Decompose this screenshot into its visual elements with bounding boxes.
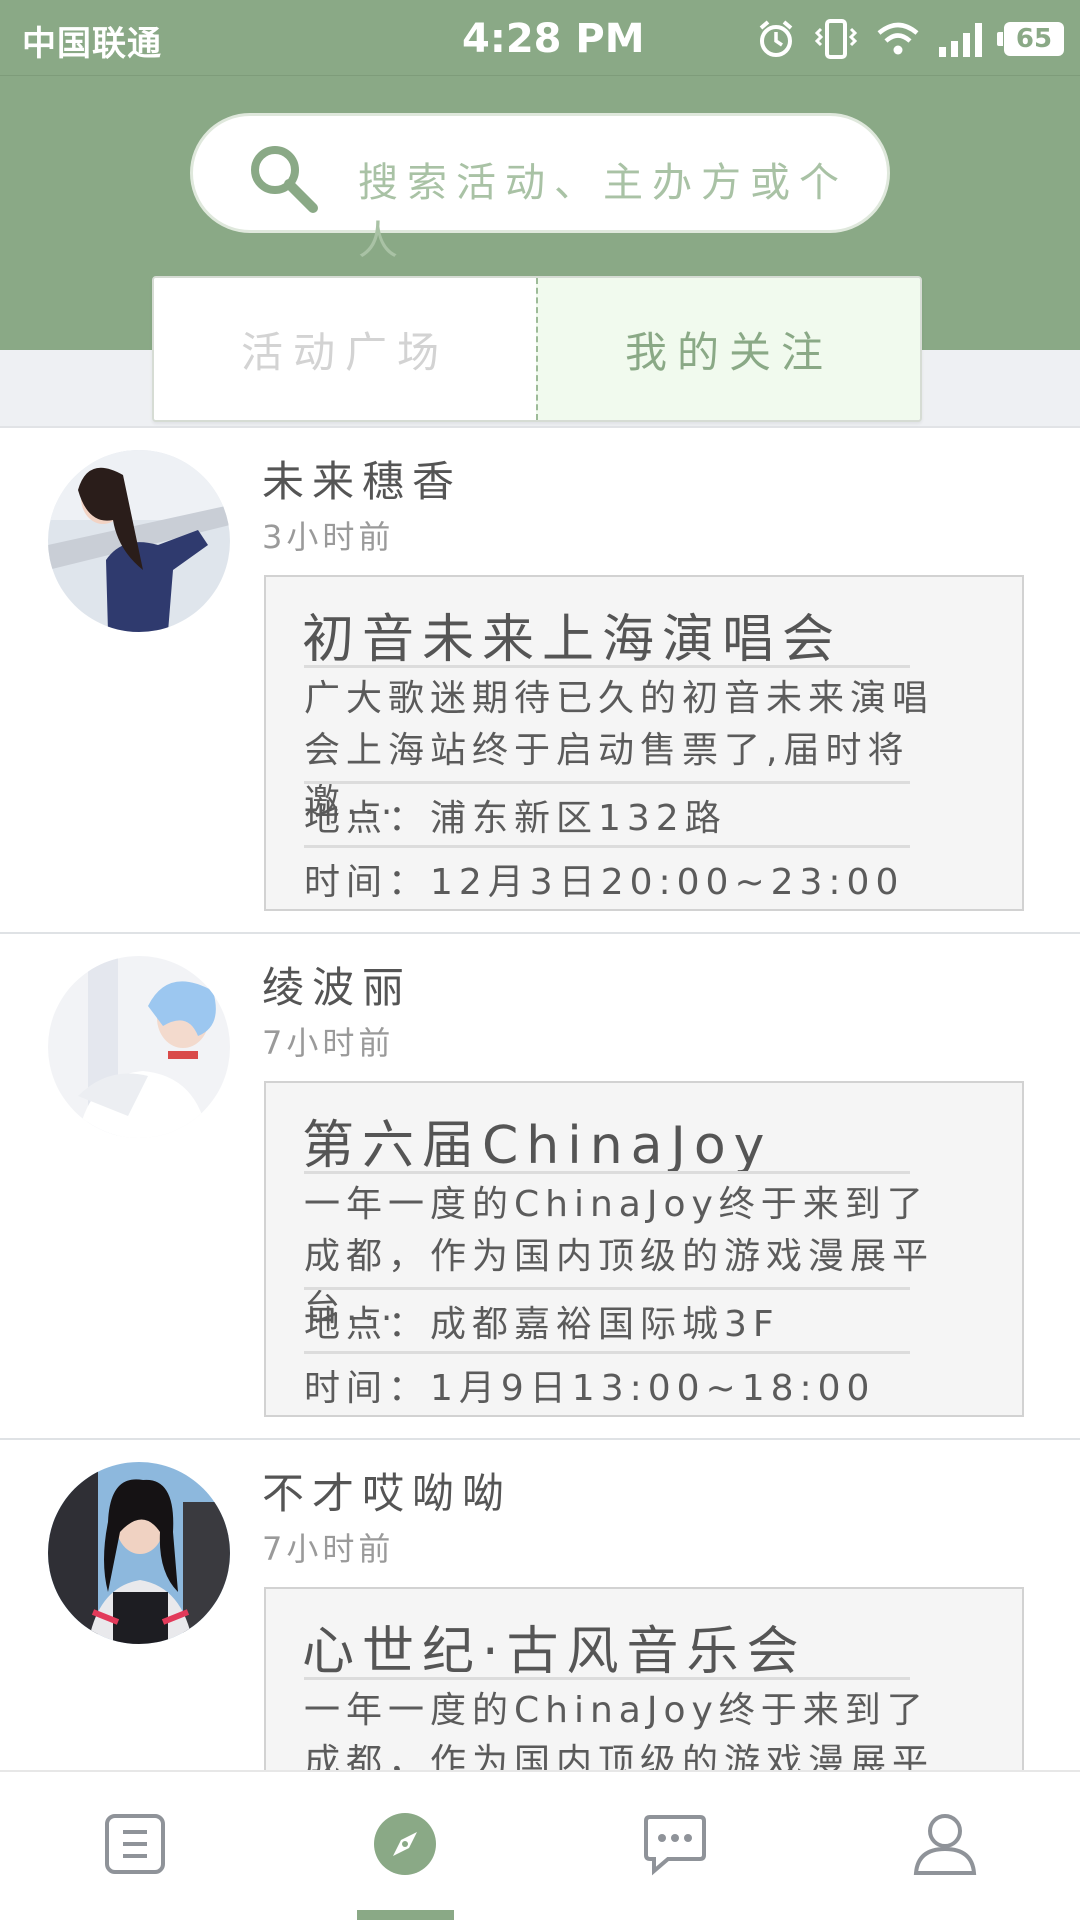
message-icon	[642, 1811, 708, 1881]
post-time: 7小时前	[262, 1024, 395, 1062]
nav-profile-button[interactable]	[905, 1806, 985, 1886]
tab-my-follows[interactable]: 我的关注	[536, 278, 920, 420]
wifi-icon	[876, 19, 920, 59]
nav-list-button[interactable]	[95, 1806, 175, 1886]
status-bar: 中国联通 4:28 PM 65	[0, 0, 1080, 76]
avatar[interactable]	[48, 1462, 230, 1644]
post-time: 3小时前	[262, 518, 395, 556]
bottom-nav	[0, 1770, 1080, 1920]
carrier-name: 中国联通	[22, 24, 162, 64]
feed-list: 未来穗香 3小时前 初音未来上海演唱会 广大歌迷期待已久的初音未来演唱会上海站终…	[0, 430, 1080, 1770]
user-name[interactable]: 不才哎呦呦	[262, 1460, 512, 1521]
feed-item[interactable]: 不才哎呦呦 7小时前 心世纪·古风音乐会 一年一度的ChinaJoy终于来到了成…	[0, 1442, 1080, 1770]
profile-icon	[912, 1811, 978, 1881]
feed-item[interactable]: 绫波丽 7小时前 第六届ChinaJoy 一年一度的ChinaJoy终于来到了成…	[0, 936, 1080, 1440]
divider	[304, 781, 910, 784]
event-title: 初音未来上海演唱会	[302, 610, 843, 670]
event-time: 时间：1月9日13:00~18:00	[304, 1368, 876, 1409]
tab-activity-plaza[interactable]: 活动广场	[154, 278, 536, 420]
event-location: 地点：浦东新区132路	[304, 798, 727, 839]
user-name[interactable]: 未来穗香	[262, 448, 462, 509]
status-icons: 65	[756, 14, 1064, 64]
divider	[304, 665, 910, 668]
event-title: 心世纪·古风音乐会	[302, 1622, 807, 1682]
divider	[304, 845, 910, 848]
tab-bar: 活动广场 我的关注	[152, 276, 922, 422]
signal-icon	[938, 19, 986, 59]
event-description: 一年一度的ChinaJoy终于来到了成都，作为国内顶级的游戏漫展平台...	[304, 1690, 935, 1770]
event-location: 地点：成都嘉裕国际城3F	[304, 1304, 780, 1345]
feed-item[interactable]: 未来穗香 3小时前 初音未来上海演唱会 广大歌迷期待已久的初音未来演唱会上海站终…	[0, 430, 1080, 934]
list-icon	[103, 1812, 167, 1880]
nav-messages-button[interactable]	[635, 1806, 715, 1886]
search-icon	[243, 138, 323, 222]
nav-discover-button[interactable]	[365, 1806, 445, 1886]
divider	[304, 1287, 910, 1290]
event-card[interactable]: 心世纪·古风音乐会 一年一度的ChinaJoy终于来到了成都，作为国内顶级的游戏…	[264, 1587, 1024, 1770]
nav-active-indicator	[357, 1910, 454, 1920]
status-time: 4:28 PM	[462, 16, 645, 62]
divider	[304, 1351, 910, 1354]
event-title: 第六届ChinaJoy	[302, 1116, 773, 1176]
divider	[304, 1677, 910, 1680]
avatar[interactable]	[48, 956, 230, 1138]
battery-icon: 65	[997, 22, 1064, 56]
event-card[interactable]: 初音未来上海演唱会 广大歌迷期待已久的初音未来演唱会上海站终于启动售票了,届时将…	[264, 575, 1024, 911]
search-input[interactable]: 搜索活动、主办方或个人	[358, 150, 887, 266]
event-card[interactable]: 第六届ChinaJoy 一年一度的ChinaJoy终于来到了成都，作为国内顶级的…	[264, 1081, 1024, 1417]
compass-icon	[373, 1812, 437, 1880]
user-name[interactable]: 绫波丽	[262, 954, 412, 1015]
post-time: 7小时前	[262, 1530, 395, 1568]
avatar[interactable]	[48, 450, 230, 632]
event-time: 时间：12月3日20:00~23:00	[304, 862, 905, 903]
divider	[304, 1171, 910, 1174]
search-bar[interactable]: 搜索活动、主办方或个人	[190, 113, 890, 264]
alarm-icon	[756, 19, 796, 59]
vibrate-icon	[814, 17, 858, 61]
